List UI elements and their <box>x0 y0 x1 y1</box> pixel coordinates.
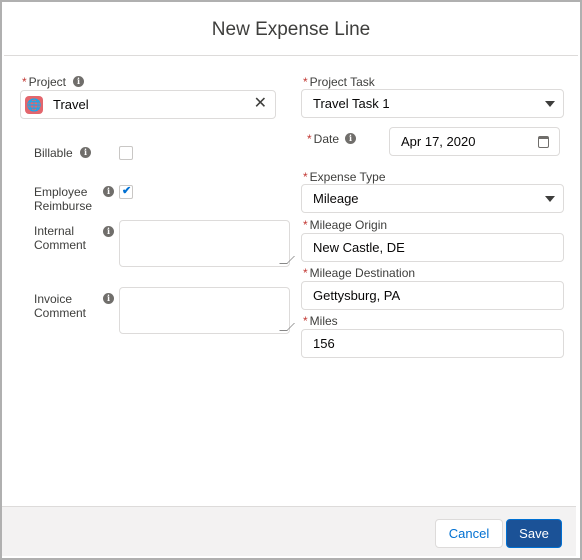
internal-comment-textarea[interactable] <box>119 220 295 267</box>
mileage-destination-label: * Mileage Destination <box>303 266 416 280</box>
chevron-down-icon <box>545 101 555 107</box>
project-value: Travel <box>53 97 89 112</box>
mileage-origin-label: * Mileage Origin <box>303 218 388 232</box>
date-value: Apr 17, 2020 <box>401 134 476 149</box>
invoice-comment-label: Invoice Comment <box>34 292 87 320</box>
project-label: * Project <box>22 75 67 89</box>
mileage-origin-input[interactable]: New Castle, DE <box>301 233 564 262</box>
billable-info-icon[interactable]: i <box>80 147 91 158</box>
billable-checkbox[interactable] <box>119 146 133 160</box>
mileage-origin-value: New Castle, DE <box>313 240 405 255</box>
expense-type-label: * Expense Type <box>303 170 386 184</box>
project-task-select[interactable]: Travel Task 1 <box>301 89 564 118</box>
employee-reimburse-label: Employee Reimburse <box>34 185 93 213</box>
invoice-comment-info-icon[interactable]: i <box>103 293 114 304</box>
invoice-comment-textarea[interactable] <box>119 287 295 334</box>
mileage-destination-input[interactable]: Gettysburg, PA <box>301 281 564 310</box>
clear-icon[interactable]: ✕ <box>254 96 267 112</box>
dialog-title: New Expense Line <box>211 18 371 40</box>
employee-reimburse-checkbox[interactable]: ✔ <box>119 185 133 199</box>
save-button[interactable]: Save <box>506 519 562 548</box>
cancel-button[interactable]: Cancel <box>435 519 503 548</box>
billable-label: Billable <box>34 146 73 160</box>
chevron-down-icon <box>545 196 555 202</box>
date-info-icon[interactable]: i <box>345 133 356 144</box>
project-task-value: Travel Task 1 <box>313 96 390 111</box>
miles-value: 156 <box>313 336 335 351</box>
dialog-footer: Cancel Save <box>2 506 576 556</box>
expense-type-value: Mileage <box>313 191 359 206</box>
calendar-icon[interactable] <box>538 136 549 148</box>
project-info-icon[interactable]: i <box>73 76 84 87</box>
employee-reimburse-info-icon[interactable]: i <box>103 186 114 197</box>
date-label: * Date <box>307 132 340 146</box>
date-input[interactable]: Apr 17, 2020 <box>389 127 560 156</box>
internal-comment-label: Internal Comment <box>34 224 87 252</box>
internal-comment-info-icon[interactable]: i <box>103 226 114 237</box>
miles-label: * Miles <box>303 314 338 328</box>
expense-type-select[interactable]: Mileage <box>301 184 564 213</box>
expense-line-dialog: New Expense Line <box>0 0 582 560</box>
project-lookup[interactable]: 🌐 Travel ✕ <box>20 90 276 119</box>
project-task-label: * Project Task <box>303 75 375 89</box>
globe-icon: 🌐 <box>25 96 43 114</box>
dialog-header: New Expense Line <box>4 4 578 56</box>
mileage-destination-value: Gettysburg, PA <box>313 288 401 303</box>
miles-input[interactable]: 156 <box>301 329 564 358</box>
check-icon: ✔ <box>122 185 132 197</box>
